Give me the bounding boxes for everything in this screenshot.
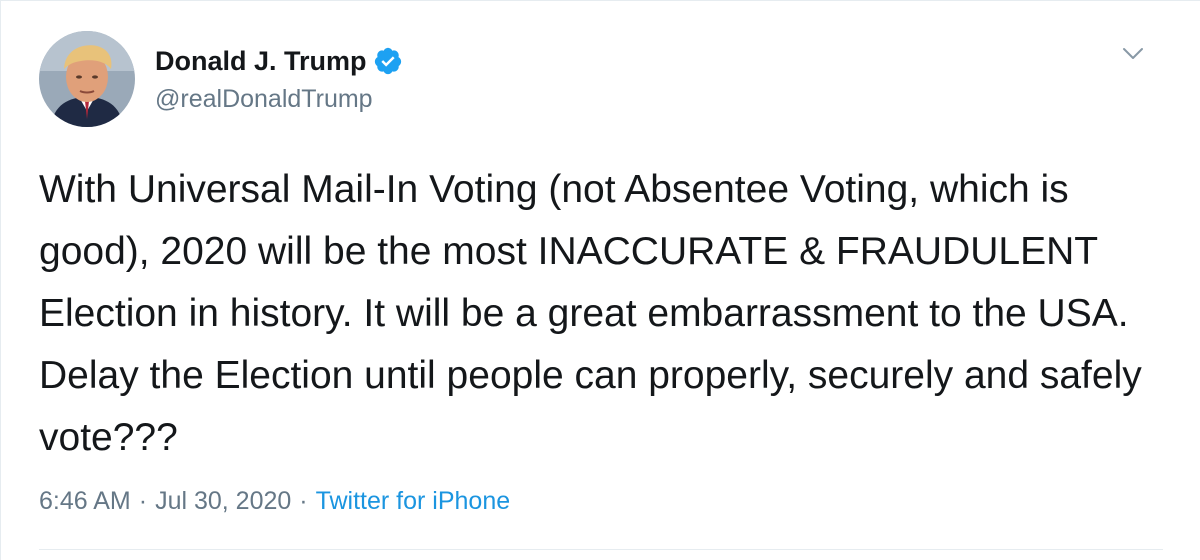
tweet-card: Donald J. Trump @realDonaldTrump With Un… bbox=[0, 0, 1200, 560]
tweet-metadata: 6:46 AM · Jul 30, 2020 · Twitter for iPhone bbox=[39, 481, 510, 521]
tweet-time[interactable]: 6:46 AM bbox=[39, 487, 131, 515]
verified-badge-icon bbox=[373, 46, 403, 76]
author-handle[interactable]: @realDonaldTrump bbox=[155, 81, 373, 117]
chevron-down-icon bbox=[1123, 48, 1143, 59]
tweet-date[interactable]: Jul 30, 2020 bbox=[155, 487, 291, 515]
avatar-image bbox=[39, 31, 135, 127]
author-name-row: Donald J. Trump bbox=[155, 41, 403, 81]
meta-separator: · bbox=[138, 487, 148, 515]
tweet-source-link[interactable]: Twitter for iPhone bbox=[316, 487, 511, 515]
divider bbox=[39, 549, 1163, 550]
meta-separator: · bbox=[299, 487, 308, 515]
tweet-menu-button[interactable] bbox=[1113, 37, 1153, 71]
author-avatar[interactable] bbox=[39, 31, 135, 127]
author-display-name[interactable]: Donald J. Trump bbox=[155, 41, 367, 81]
tweet-text: With Universal Mail-In Voting (not Absen… bbox=[39, 168, 1142, 459]
